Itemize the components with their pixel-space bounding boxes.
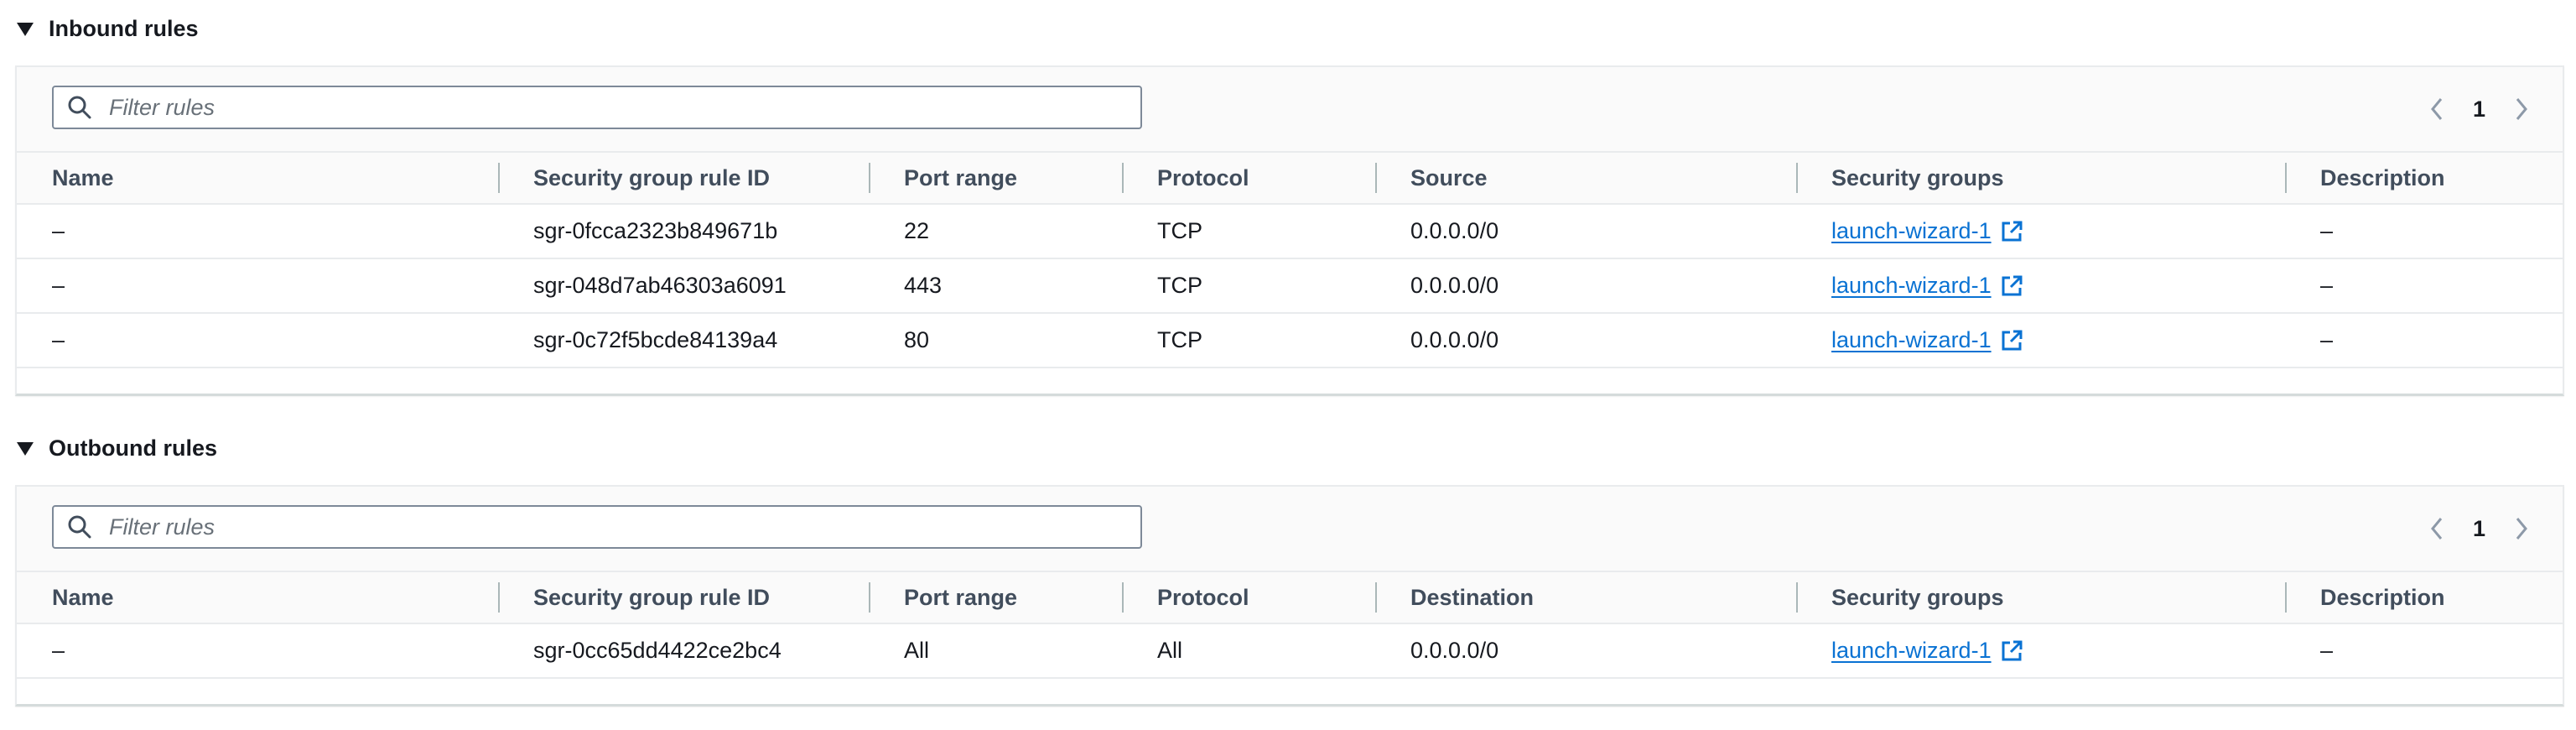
- cell-name: –: [17, 204, 498, 259]
- column-header-description[interactable]: Description: [2285, 153, 2563, 205]
- security-group-link[interactable]: launch-wizard-1: [1831, 327, 2023, 353]
- outbound-filter-input[interactable]: [107, 513, 1117, 541]
- table-row: – sgr-048d7ab46303a6091 443 TCP 0.0.0.0/…: [17, 258, 2563, 314]
- external-link-icon: [2002, 221, 2023, 241]
- outbound-toolbar: 1: [17, 487, 2563, 572]
- outbound-filter-field[interactable]: [52, 505, 1142, 549]
- inbound-rules-table: Name Security group rule ID Port range P…: [17, 153, 2563, 394]
- prev-page-button[interactable]: [2429, 96, 2444, 122]
- inbound-rules-toggle[interactable]: Inbound rules: [17, 12, 199, 45]
- outbound-rules-title: Outbound rules: [49, 435, 217, 461]
- cell-source: 0.0.0.0/0: [1375, 313, 1796, 368]
- cell-security-group: launch-wizard-1: [1796, 313, 2285, 368]
- current-page[interactable]: 1: [2473, 96, 2485, 123]
- next-page-button[interactable]: [2514, 516, 2529, 541]
- cell-security-group: launch-wizard-1: [1796, 204, 2285, 259]
- security-group-link[interactable]: launch-wizard-1: [1831, 273, 2023, 299]
- cell-security-group: launch-wizard-1: [1796, 623, 2285, 679]
- cell-description: –: [2285, 258, 2563, 314]
- external-link-icon: [2002, 330, 2023, 350]
- chevron-left-icon: [2431, 518, 2443, 540]
- chevron-right-icon: [2516, 98, 2527, 120]
- cell-rule-id: sgr-0fcca2323b849671b: [498, 204, 869, 259]
- chevron-right-icon: [2516, 518, 2527, 540]
- prev-page-button[interactable]: [2429, 516, 2444, 541]
- caret-down-icon: [17, 23, 34, 36]
- cell-description: –: [2285, 623, 2563, 679]
- outbound-rules-toggle[interactable]: Outbound rules: [17, 431, 217, 465]
- column-header-rule-id[interactable]: Security group rule ID: [498, 153, 869, 205]
- table-row: – sgr-0fcca2323b849671b 22 TCP 0.0.0.0/0…: [17, 204, 2563, 259]
- column-header-rule-id[interactable]: Security group rule ID: [498, 572, 869, 624]
- cell-protocol: All: [1122, 623, 1375, 679]
- chevron-left-icon: [2431, 98, 2443, 120]
- table-footer-spacer: [17, 368, 2563, 394]
- column-header-security-groups[interactable]: Security groups: [1796, 572, 2285, 624]
- cell-source: 0.0.0.0/0: [1375, 204, 1796, 259]
- inbound-filter-input[interactable]: [107, 93, 1117, 122]
- cell-port-range: 443: [869, 258, 1122, 314]
- outbound-rules-panel: 1 Name Security group rule ID Port range…: [15, 485, 2564, 707]
- column-header-source[interactable]: Source: [1375, 153, 1796, 205]
- cell-description: –: [2285, 313, 2563, 368]
- inbound-rules-panel: 1 Name Security group rule ID Port range…: [15, 65, 2564, 396]
- caret-down-icon: [17, 442, 34, 456]
- cell-protocol: TCP: [1122, 204, 1375, 259]
- security-group-link[interactable]: launch-wizard-1: [1831, 638, 2023, 664]
- inbound-filter-field[interactable]: [52, 86, 1142, 129]
- inbound-toolbar: 1: [17, 67, 2563, 153]
- cell-security-group: launch-wizard-1: [1796, 258, 2285, 314]
- table-row: – sgr-0c72f5bcde84139a4 80 TCP 0.0.0.0/0…: [17, 313, 2563, 368]
- cell-name: –: [17, 623, 498, 679]
- cell-name: –: [17, 258, 498, 314]
- cell-name: –: [17, 313, 498, 368]
- external-link-icon: [2002, 275, 2023, 295]
- column-header-destination[interactable]: Destination: [1375, 572, 1796, 624]
- outbound-rules-table: Name Security group rule ID Port range P…: [17, 572, 2563, 704]
- cell-rule-id: sgr-0c72f5bcde84139a4: [498, 313, 869, 368]
- cell-destination: 0.0.0.0/0: [1375, 623, 1796, 679]
- next-page-button[interactable]: [2514, 96, 2529, 122]
- column-header-port-range[interactable]: Port range: [869, 572, 1122, 624]
- column-header-name[interactable]: Name: [17, 572, 498, 624]
- table-footer-spacer: [17, 678, 2563, 704]
- cell-protocol: TCP: [1122, 258, 1375, 314]
- cell-description: –: [2285, 204, 2563, 259]
- column-header-protocol[interactable]: Protocol: [1122, 572, 1375, 624]
- cell-rule-id: sgr-048d7ab46303a6091: [498, 258, 869, 314]
- table-header-row: Name Security group rule ID Port range P…: [17, 153, 2563, 205]
- security-group-link[interactable]: launch-wizard-1: [1831, 218, 2023, 244]
- table-row: – sgr-0cc65dd4422ce2bc4 All All 0.0.0.0/…: [17, 623, 2563, 679]
- cell-port-range: 80: [869, 313, 1122, 368]
- column-header-name[interactable]: Name: [17, 153, 498, 205]
- cell-protocol: TCP: [1122, 313, 1375, 368]
- column-header-description[interactable]: Description: [2285, 572, 2563, 624]
- cell-source: 0.0.0.0/0: [1375, 258, 1796, 314]
- outbound-pagination: 1: [2429, 512, 2529, 545]
- column-header-port-range[interactable]: Port range: [869, 153, 1122, 205]
- inbound-pagination: 1: [2429, 92, 2529, 126]
- cell-rule-id: sgr-0cc65dd4422ce2bc4: [498, 623, 869, 679]
- column-header-security-groups[interactable]: Security groups: [1796, 153, 2285, 205]
- search-icon: [68, 96, 91, 119]
- table-header-row: Name Security group rule ID Port range P…: [17, 572, 2563, 624]
- external-link-icon: [2002, 640, 2023, 660]
- cell-port-range: 22: [869, 204, 1122, 259]
- inbound-rules-title: Inbound rules: [49, 15, 199, 41]
- search-icon: [68, 515, 91, 539]
- current-page[interactable]: 1: [2473, 516, 2485, 542]
- cell-port-range: All: [869, 623, 1122, 679]
- column-header-protocol[interactable]: Protocol: [1122, 153, 1375, 205]
